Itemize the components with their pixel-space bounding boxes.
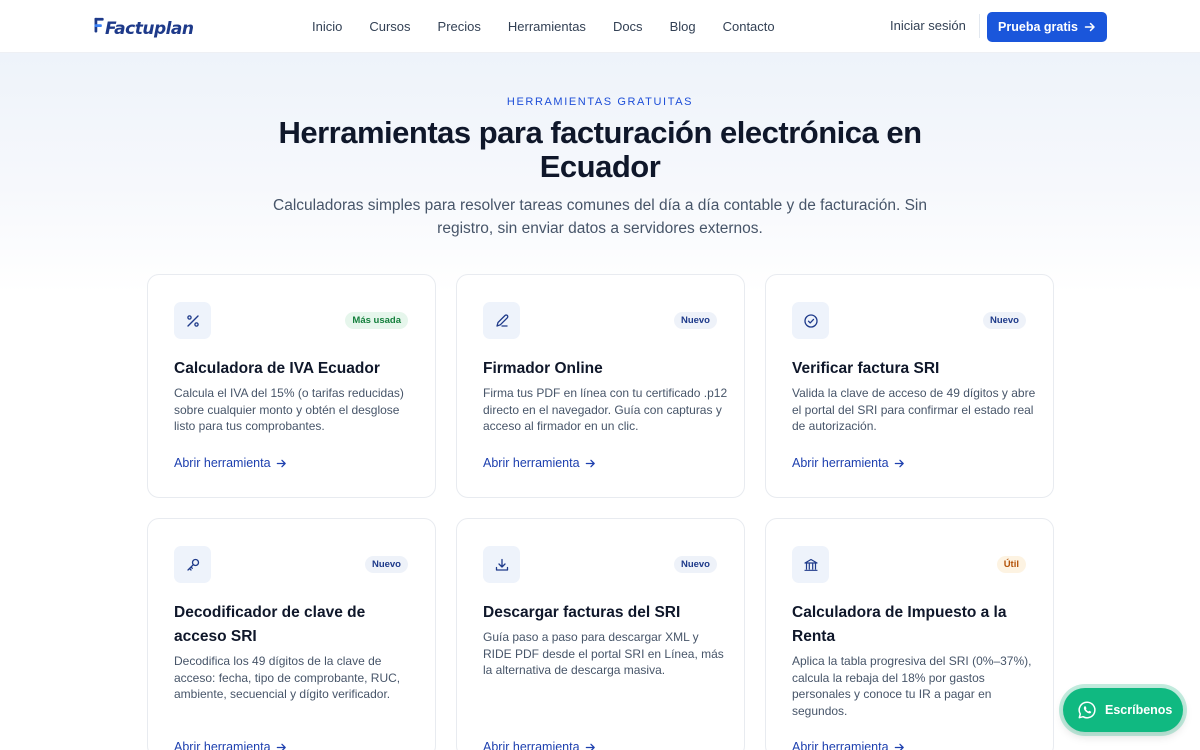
logo-text: Factuplan	[105, 19, 194, 39]
nav-item-blog[interactable]: Blog	[670, 19, 696, 34]
download-icon	[495, 558, 508, 571]
card-title: Verificar factura SRI	[792, 360, 940, 377]
hero-eyebrow: HERRAMIENTAS GRATUITAS	[506, 96, 694, 108]
page-title: Herramientas para facturación electrónic…	[278, 115, 922, 184]
badge-useful: Útil	[996, 556, 1026, 573]
tool-card-iva[interactable]: Más usada Calculadora de IVA Ecuador Cal…	[147, 274, 436, 498]
nav-item-contacto[interactable]: Contacto	[723, 19, 775, 34]
main-nav: Inicio Cursos Precios Herramientas Docs …	[312, 0, 802, 53]
whatsapp-button[interactable]: Escríbenos	[1063, 688, 1183, 732]
card-icon-box	[174, 302, 211, 339]
nav-item-herramientas[interactable]: Herramientas	[508, 19, 586, 34]
whatsapp-label: Escríbenos	[1105, 703, 1173, 717]
card-title: Decodificador de clave de acceso SRI	[174, 604, 366, 645]
tool-card-impuesto-renta[interactable]: Útil Calculadora de Impuesto a la Renta …	[765, 518, 1054, 750]
card-icon-box	[792, 302, 829, 339]
open-tool-link[interactable]: Abrir herramienta	[483, 456, 596, 470]
percent-icon	[186, 314, 199, 327]
open-tool-label: Abrir herramienta	[174, 740, 271, 750]
open-tool-label: Abrir herramienta	[174, 456, 271, 470]
logo[interactable]: Factuplan	[93, 12, 194, 42]
badge-new: Nuevo	[982, 312, 1026, 329]
arrow-right-icon	[276, 743, 286, 750]
tool-card-descargar[interactable]: Nuevo Descargar facturas del SRI Guía pa…	[456, 518, 745, 750]
card-title: Descargar facturas del SRI	[483, 604, 681, 621]
arrow-right-icon	[276, 459, 286, 467]
arrow-right-icon	[1084, 22, 1095, 32]
open-tool-label: Abrir herramienta	[483, 740, 580, 750]
open-tool-label: Abrir herramienta	[792, 740, 889, 750]
logo-mark-icon	[94, 17, 104, 33]
card-title: Calculadora de Impuesto a la Renta	[792, 604, 1007, 645]
open-tool-link[interactable]: Abrir herramienta	[483, 740, 596, 750]
card-title: Calculadora de IVA Ecuador	[174, 360, 380, 377]
login-link[interactable]: Iniciar sesión	[890, 18, 966, 33]
nav-item-docs[interactable]: Docs	[613, 19, 643, 34]
card-description: Valida la clave de acceso de 49 dígitos …	[792, 386, 1036, 434]
open-tool-link[interactable]: Abrir herramienta	[792, 740, 905, 750]
free-trial-label: Prueba gratis	[998, 20, 1078, 34]
arrow-right-icon	[585, 459, 595, 467]
open-tool-link[interactable]: Abrir herramienta	[174, 456, 287, 470]
open-tool-link[interactable]: Abrir herramienta	[792, 456, 905, 470]
hero-subtitle: Calculadoras simples para resolver tarea…	[273, 197, 927, 237]
arrow-right-icon	[894, 459, 904, 467]
free-trial-button[interactable]: Prueba gratis	[987, 12, 1107, 42]
bank-icon	[803, 558, 818, 571]
site-header: Factuplan Inicio Cursos Precios Herramie…	[0, 0, 1200, 53]
badge-new: Nuevo	[673, 556, 717, 573]
nav-item-precios[interactable]: Precios	[438, 19, 481, 34]
arrow-right-icon	[585, 743, 595, 750]
card-icon-box	[792, 546, 829, 583]
card-description: Decodifica los 49 dígitos de la clave de…	[174, 654, 401, 702]
card-description: Calcula el IVA del 15% (o tarifas reduci…	[174, 386, 404, 434]
key-icon	[186, 558, 199, 571]
arrow-right-icon	[894, 743, 904, 750]
card-icon-box	[174, 546, 211, 583]
card-description: Firma tus PDF en línea con tu certificad…	[483, 386, 728, 434]
card-icon-box	[483, 546, 520, 583]
open-tool-label: Abrir herramienta	[483, 456, 580, 470]
card-description: Aplica la tabla progresiva del SRI (0%–3…	[792, 654, 1032, 718]
nav-item-inicio[interactable]: Inicio	[312, 19, 342, 34]
open-tool-link[interactable]: Abrir herramienta	[174, 740, 287, 750]
open-tool-label: Abrir herramienta	[792, 456, 889, 470]
header-divider	[979, 14, 980, 38]
pen-icon	[495, 313, 508, 327]
badge-new: Nuevo	[364, 556, 408, 573]
badge-most-used: Más usada	[345, 312, 408, 329]
card-icon-box	[483, 302, 520, 339]
tool-card-decodificador[interactable]: Nuevo Decodificador de clave de acceso S…	[147, 518, 436, 750]
nav-item-cursos[interactable]: Cursos	[369, 19, 410, 34]
card-title: Firmador Online	[483, 360, 603, 377]
whatsapp-icon	[1078, 701, 1096, 719]
check-circle-icon	[803, 313, 818, 328]
tool-card-verificar[interactable]: Nuevo Verificar factura SRI Valida la cl…	[765, 274, 1054, 498]
badge-new: Nuevo	[673, 312, 717, 329]
tool-card-firmador[interactable]: Nuevo Firmador Online Firma tus PDF en l…	[456, 274, 745, 498]
card-description: Guía paso a paso para descargar XML y RI…	[483, 630, 724, 678]
